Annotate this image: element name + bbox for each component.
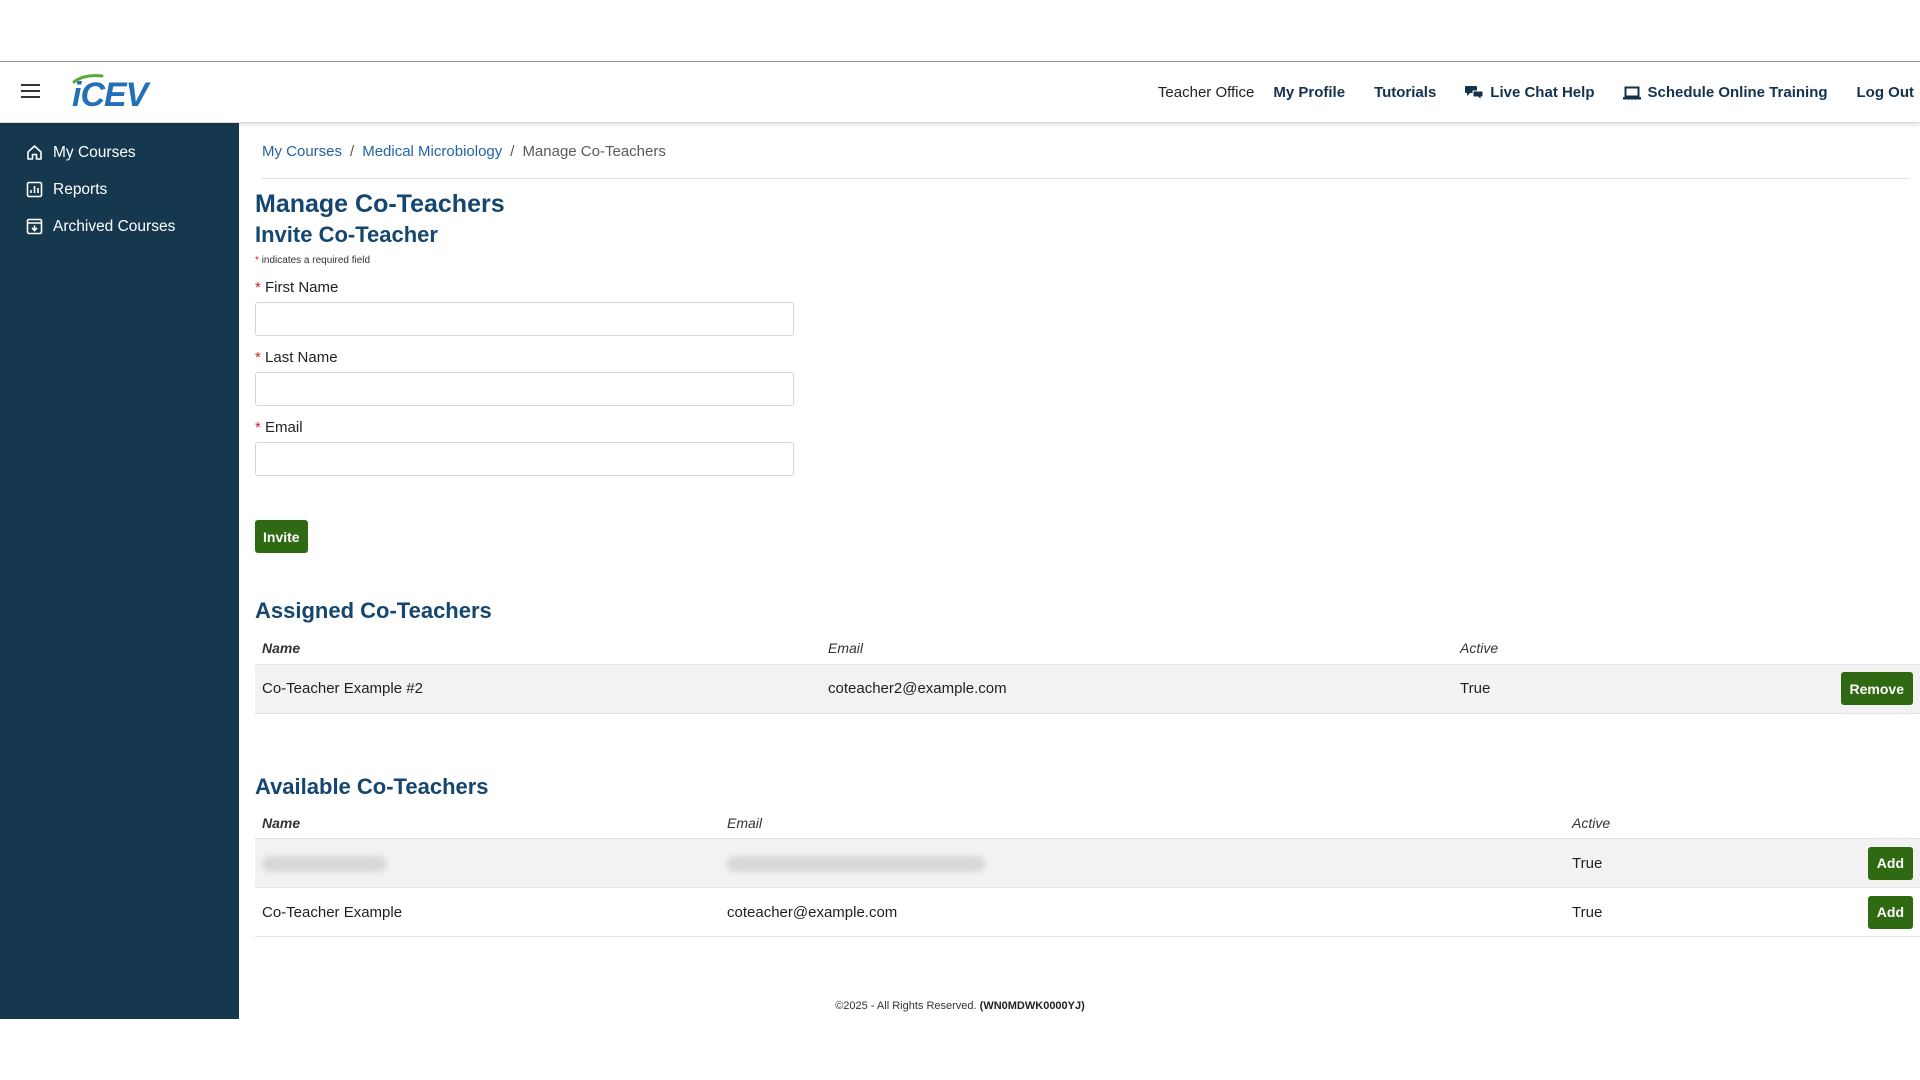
table-row: Co-Teacher Example #2 coteacher2@example… (255, 663, 1920, 714)
sidebar-item-label: Archived Courses (53, 217, 176, 235)
column-header-email: Email (727, 814, 763, 831)
icev-logo[interactable]: iCEV (70, 72, 180, 112)
invite-section-title: Invite Co-Teacher (255, 222, 438, 247)
breadcrumb: My Courses / Medical Microbiology / Manage C… (262, 143, 1910, 179)
archive-icon (26, 218, 43, 235)
nav-tutorials[interactable]: Tutorials (1374, 84, 1436, 101)
breadcrumb-my-courses[interactable]: My Courses (262, 143, 342, 160)
sidebar-item-my-courses[interactable]: My Courses (0, 134, 239, 171)
available-table: Name Email Active True Add Co-Teacher Ex… (255, 808, 1920, 937)
nav-log-out-label: Log Out (1856, 84, 1914, 101)
nav-my-profile-label: My Profile (1273, 84, 1346, 101)
svg-text:iCEV: iCEV (72, 76, 152, 112)
last-name-label: * Last Name (255, 349, 1910, 367)
breadcrumb-separator: / (510, 143, 515, 160)
cell-email: coteacher2@example.com (821, 663, 1453, 714)
chart-icon (26, 181, 43, 198)
top-header: iCEV Teacher Office My Profile Tutorials… (0, 62, 1920, 123)
cell-active: True (1565, 887, 1825, 937)
assigned-section-title: Assigned Co-Teachers (255, 598, 492, 623)
cell-action: Add (1825, 838, 1920, 888)
nav-log-out[interactable]: Log Out (1857, 84, 1914, 101)
add-button[interactable]: Add (1867, 846, 1913, 880)
column-header-action (1753, 633, 1920, 664)
redacted-email (727, 855, 985, 872)
required-field-note: * indicates a required field (255, 255, 1910, 266)
table-header-row: Name Email Active (255, 808, 1920, 839)
hamburger-menu-icon[interactable] (21, 84, 40, 98)
last-name-label-text: Last Name (265, 349, 338, 366)
breadcrumb-medical-microbiology[interactable]: Medical Microbiology (362, 143, 502, 160)
nav-live-chat-label: Live Chat Help (1490, 84, 1595, 101)
footer-code: (WN0MDWK0000YJ) (979, 1000, 1085, 1012)
app-window: iCEV Teacher Office My Profile Tutorials… (0, 61, 1920, 1019)
column-header-active: Active (1572, 814, 1611, 831)
cell-name: Co-Teacher Example #2 (255, 663, 821, 714)
home-icon (27, 145, 42, 160)
column-header-name: Name (262, 814, 301, 831)
cell-name-redacted (255, 838, 720, 888)
first-name-input[interactable] (255, 302, 794, 336)
nav-live-chat-help[interactable]: Live Chat Help (1465, 84, 1594, 101)
first-name-label: * First Name (255, 279, 1910, 297)
cell-name: Co-Teacher Example (255, 887, 720, 937)
required-note-text: indicates a required field (261, 255, 371, 266)
email-label: * Email (255, 419, 1910, 437)
required-star: * (255, 255, 259, 266)
available-section-title: Available Co-Teachers (255, 773, 489, 799)
assigned-table: Name Email Active Co-Teacher Example #2 … (255, 633, 1920, 714)
sidebar-item-label: My Courses (53, 143, 136, 161)
table-header-row: Name Email Active (255, 633, 1920, 664)
remove-button[interactable]: Remove (1840, 672, 1913, 705)
breadcrumb-current: Manage Co-Teachers (522, 143, 666, 160)
table-row: True Add (255, 838, 1920, 888)
add-button[interactable]: Add (1867, 895, 1913, 929)
nav-my-profile[interactable]: My Profile (1273, 84, 1345, 101)
nav-schedule-online-training[interactable]: Schedule Online Training (1623, 84, 1828, 101)
column-header-active: Active (1460, 640, 1499, 657)
breadcrumb-separator: / (350, 143, 355, 160)
sidebar: My Courses Reports Archived Courses (0, 123, 239, 1019)
footer-copyright: ©2025 - All Rights Reserved. (835, 1000, 977, 1012)
cell-active: True (1453, 663, 1753, 714)
nav-tutorials-label: Tutorials (1374, 84, 1437, 101)
laptop-icon (1623, 86, 1642, 99)
nav-teacher-office-label: Teacher Office (1157, 84, 1255, 101)
column-header-name: Name (262, 640, 301, 657)
last-name-input[interactable] (255, 372, 794, 406)
cell-active: True (1565, 838, 1825, 888)
required-star: * (255, 349, 261, 366)
chat-bubbles-icon (1465, 86, 1484, 100)
cell-email: coteacher@example.com (720, 887, 1565, 937)
main-content: My Courses / Medical Microbiology / Manage C… (255, 123, 1920, 937)
cell-action: Remove (1753, 663, 1920, 714)
email-input[interactable] (255, 442, 794, 476)
column-header-email: Email (828, 640, 864, 657)
email-label-text: Email (265, 419, 303, 436)
cell-email-redacted (720, 838, 1565, 888)
cell-action: Add (1825, 887, 1920, 937)
sidebar-item-label: Reports (53, 180, 108, 198)
nav-teacher-office[interactable]: Teacher Office (1158, 84, 1254, 101)
invite-button[interactable]: Invite (255, 520, 308, 553)
column-header-action (1825, 808, 1920, 839)
required-star: * (255, 279, 261, 296)
sidebar-item-reports[interactable]: Reports (0, 171, 239, 208)
required-star: * (255, 419, 261, 436)
redacted-name (262, 855, 387, 872)
first-name-label-text: First Name (265, 279, 339, 296)
nav-schedule-training-label: Schedule Online Training (1647, 84, 1828, 101)
top-nav: Teacher Office My Profile Tutorials Live… (1129, 62, 1914, 123)
page-title: Manage Co-Teachers (255, 190, 505, 218)
table-row: Co-Teacher Example coteacher@example.com… (255, 887, 1920, 937)
footer: ©2025 - All Rights Reserved. (WN0MDWK000… (0, 1000, 1920, 1012)
sidebar-item-archived-courses[interactable]: Archived Courses (0, 208, 239, 245)
